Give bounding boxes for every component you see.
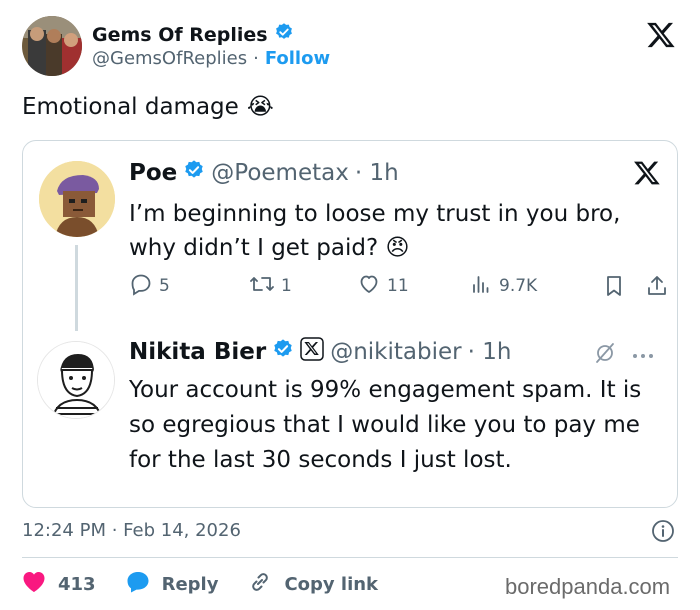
nikita-avatar — [37, 341, 115, 419]
like-button[interactable]: 413 — [22, 571, 96, 598]
share-icon — [645, 271, 669, 301]
reply-button[interactable]: Reply — [126, 571, 219, 598]
likes-count: 413 — [58, 573, 96, 595]
nikita-handle: @nikitabier — [330, 339, 462, 365]
nikita-header: Nikita Bier @nikitabier · 1h — [129, 337, 511, 367]
reply-count: 5 — [159, 276, 170, 296]
copy-link-button[interactable]: Copy link — [248, 570, 378, 599]
poe-tweet-body: I’m beginning to loose my trust in you b… — [129, 201, 621, 261]
crying-emoji: 😭 — [246, 94, 274, 120]
reply-label[interactable]: Reply — [162, 574, 219, 595]
link-icon[interactable] — [248, 570, 272, 599]
copy-link-label[interactable]: Copy link — [284, 574, 378, 595]
embedded-screenshot: Poe @Poemetax · 1h I’m beginning to loos… — [22, 140, 678, 508]
angry-emoji: 😠 — [385, 235, 410, 261]
author-subline: @GemsOfReplies · Follow — [92, 48, 330, 69]
reply-icon — [129, 272, 153, 301]
follow-button[interactable]: Follow — [265, 48, 330, 69]
author-avatar[interactable] — [22, 16, 82, 76]
bookmark-icon — [603, 271, 625, 301]
grok-icon — [593, 341, 617, 369]
view-count: 9.7K — [499, 276, 538, 296]
nikita-header-icons — [593, 341, 655, 369]
x-logo-icon — [633, 159, 661, 187]
handle-separator: · — [253, 48, 259, 69]
poe-header: Poe @Poemetax · 1h — [129, 159, 399, 187]
boredpanda-watermark: boredpanda.com — [505, 574, 671, 599]
thread-line — [75, 245, 78, 331]
tweet-text: Emotional damage 😭 — [22, 94, 274, 120]
heart-icon — [357, 272, 381, 301]
reply-bubble-icon[interactable] — [126, 571, 150, 598]
author-name-row[interactable]: Gems Of Replies — [92, 22, 294, 47]
more-options-icon — [631, 346, 655, 365]
footer-divider — [22, 557, 678, 558]
verified-badge-icon — [274, 22, 294, 47]
verified-badge-icon — [272, 338, 294, 366]
verified-badge-icon — [183, 159, 205, 187]
retweet-count: 1 — [281, 276, 292, 296]
tweet-timestamp[interactable]: 12:24 PM · Feb 14, 2026 — [22, 520, 241, 541]
x-affiliate-badge-icon — [300, 337, 324, 367]
poe-tweet-text: I’m beginning to loose my trust in you b… — [129, 197, 649, 265]
poe-actions: 5 1 11 9.7K — [129, 271, 669, 301]
tweet-body: Emotional damage — [22, 94, 239, 120]
poe-avatar — [39, 161, 115, 237]
nikita-tweet-text: Your account is 99% engagement spam. It … — [129, 377, 642, 473]
x-logo-icon[interactable] — [646, 20, 676, 50]
author-name[interactable]: Gems Of Replies — [92, 24, 268, 46]
poe-handle: @Poemetax — [211, 160, 349, 186]
nikita-time: · 1h — [467, 339, 512, 365]
engagement-bar: 413 Reply Copy link — [22, 570, 408, 598]
heart-filled-icon[interactable] — [22, 571, 46, 598]
views-action: 9.7K — [469, 271, 537, 301]
like-count: 11 — [387, 276, 409, 296]
views-icon — [469, 272, 493, 301]
like-action: 11 — [357, 271, 409, 301]
reply-action: 5 — [129, 271, 170, 301]
poe-time: · 1h — [354, 160, 399, 186]
nikita-name: Nikita Bier — [129, 339, 267, 365]
retweet-action: 1 — [249, 271, 292, 301]
author-handle[interactable]: @GemsOfReplies — [92, 48, 247, 69]
info-icon[interactable] — [651, 519, 675, 543]
poe-name: Poe — [129, 160, 178, 186]
retweet-icon — [249, 272, 275, 301]
